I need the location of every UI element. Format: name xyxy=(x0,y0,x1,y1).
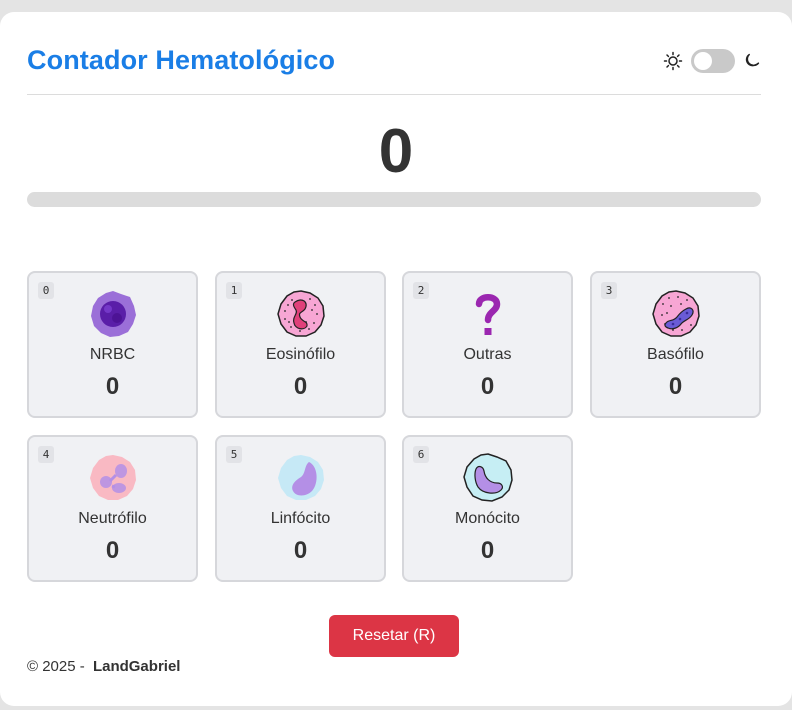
cell-count: 0 xyxy=(480,537,495,564)
shortcut-key: 2 xyxy=(413,282,429,299)
cell-label: Eosinófilo xyxy=(265,346,336,363)
author-name: LandGabriel xyxy=(92,658,181,675)
total-count: 0 xyxy=(378,117,414,186)
theme-toggle xyxy=(663,49,761,73)
cell-button-outras[interactable]: 2 Outras 0 xyxy=(402,271,573,418)
copyright-text: © 2025 - xyxy=(27,658,85,675)
cell-label: Monócito xyxy=(455,510,520,527)
switch-knob xyxy=(694,52,712,70)
cell-button-monocito[interactable]: 6 Monócito 0 xyxy=(402,435,573,582)
nrbc-cell-icon xyxy=(91,291,136,337)
reset-button[interactable]: Resetar (R) xyxy=(329,615,459,657)
header: Contador Hematológico xyxy=(27,40,761,95)
monocyte-cell-icon xyxy=(463,453,513,502)
neutrophil-cell-icon xyxy=(90,455,136,500)
cell-count: 0 xyxy=(293,537,308,564)
shortcut-key: 0 xyxy=(38,282,54,299)
sun-icon xyxy=(663,51,683,71)
shortcut-key: 1 xyxy=(226,282,242,299)
cell-label: Neutrófilo xyxy=(78,510,147,527)
shortcut-key: 4 xyxy=(38,446,54,463)
cell-count: 0 xyxy=(105,373,120,400)
eosinophil-cell-icon xyxy=(277,290,325,337)
cell-button-neutrofilo[interactable]: 4 Neutrófilo 0 xyxy=(27,435,198,582)
page-title: Contador Hematológico xyxy=(27,45,336,75)
basophil-cell-icon xyxy=(652,290,700,337)
cell-label: Outras xyxy=(463,346,512,363)
cell-count: 0 xyxy=(293,373,308,400)
moon-icon xyxy=(745,53,760,67)
dark-mode-switch[interactable] xyxy=(691,49,735,73)
shortcut-key: 3 xyxy=(601,282,617,299)
shortcut-key: 6 xyxy=(413,446,429,463)
lymphocyte-cell-icon xyxy=(278,455,324,500)
counter-card: Contador Hematológico 0 0 NRBC 0 1 Eosin… xyxy=(0,12,792,706)
cell-label: Linfócito xyxy=(270,510,331,527)
cell-button-nrbc[interactable]: 0 NRBC 0 xyxy=(27,271,198,418)
cell-button-linfocito[interactable]: 5 Linfócito 0 xyxy=(215,435,386,582)
cell-button-eosinofilo[interactable]: 1 Eosinófilo 0 xyxy=(215,271,386,418)
cell-count: 0 xyxy=(105,537,120,564)
question-mark-icon xyxy=(475,294,501,335)
cell-label: NRBC xyxy=(89,346,136,363)
progress-bar xyxy=(27,192,761,207)
cell-button-basofilo[interactable]: 3 Basófilo 0 xyxy=(590,271,761,418)
shortcut-key: 5 xyxy=(226,446,242,463)
footer: © 2025 - LandGabriel xyxy=(27,658,180,675)
cell-count: 0 xyxy=(480,373,495,400)
cell-count: 0 xyxy=(668,373,683,400)
cell-label: Basófilo xyxy=(647,346,704,363)
